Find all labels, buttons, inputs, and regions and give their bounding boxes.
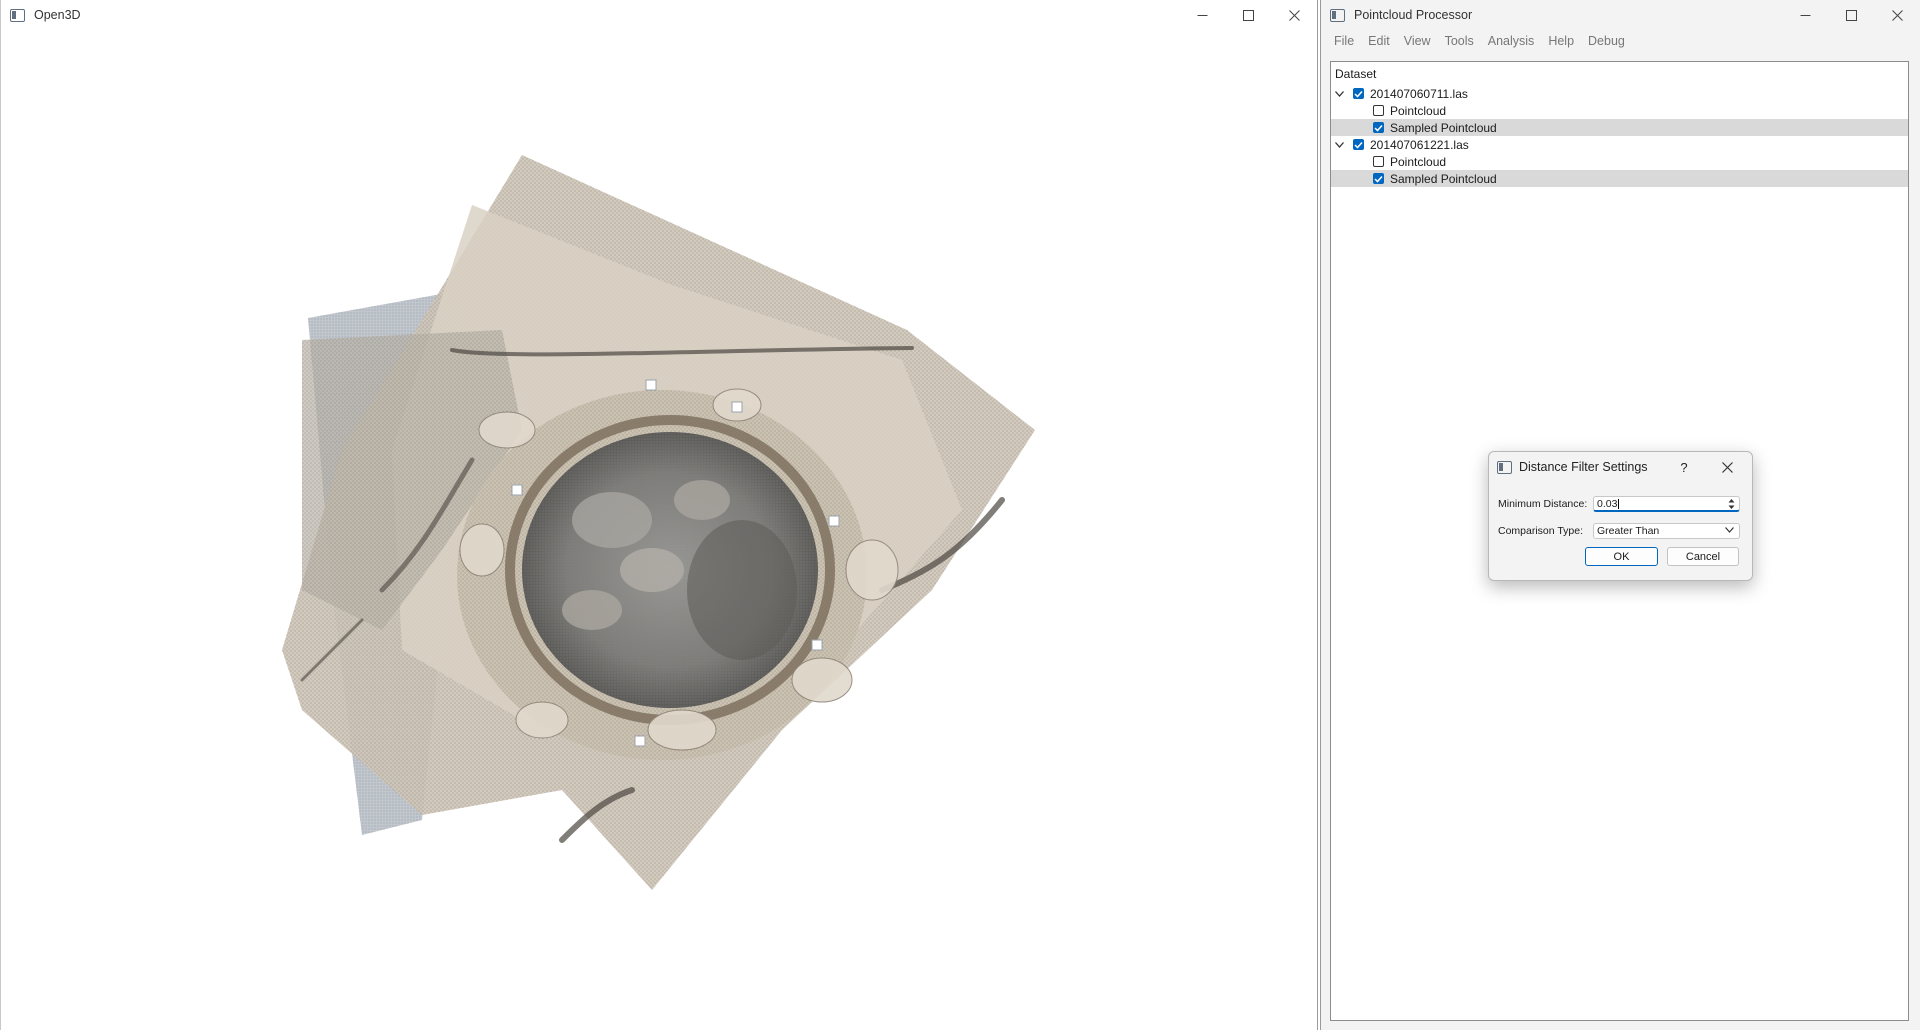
tree-row-child[interactable]: Pointcloud — [1331, 153, 1908, 170]
tree-row-child[interactable]: Sampled Pointcloud — [1331, 119, 1908, 136]
minimize-icon — [1197, 14, 1207, 16]
app-icon — [1330, 8, 1345, 22]
chevron-down-icon — [1725, 527, 1734, 533]
cancel-button[interactable]: Cancel — [1667, 547, 1739, 566]
spin-up-down-icon — [1728, 498, 1735, 509]
menu-tools[interactable]: Tools — [1438, 30, 1481, 52]
maximize-button[interactable] — [1828, 0, 1874, 30]
checkmark-icon — [1354, 90, 1363, 98]
open3d-window: Open3D — [0, 0, 1318, 1030]
checkmark-icon — [1354, 141, 1363, 149]
close-button[interactable] — [1874, 0, 1920, 30]
checkmark-icon — [1374, 175, 1383, 183]
minimize-icon — [1800, 14, 1810, 16]
3d-viewport[interactable] — [2, 30, 1316, 1029]
dialog-title: Distance Filter Settings — [1519, 460, 1648, 474]
tree-checkbox[interactable] — [1373, 122, 1384, 133]
comparison-type-value: Greater Than — [1597, 525, 1660, 537]
tree-checkbox[interactable] — [1373, 105, 1384, 116]
app-icon — [10, 8, 25, 22]
maximize-button[interactable] — [1225, 0, 1271, 30]
menu-analysis[interactable]: Analysis — [1481, 30, 1542, 52]
tree-row-dataset[interactable]: 201407060711.las — [1331, 85, 1908, 102]
checkmark-icon — [1374, 124, 1383, 132]
close-icon — [1721, 461, 1733, 473]
spin-buttons[interactable] — [1726, 497, 1737, 510]
distance-filter-dialog: Distance Filter Settings ? Minimum Dista… — [1488, 451, 1753, 581]
close-icon — [1288, 9, 1300, 21]
min-distance-value: 0.03 — [1597, 498, 1618, 510]
app-icon — [1497, 460, 1512, 474]
tree-checkbox[interactable] — [1353, 88, 1364, 99]
tree-checkbox[interactable] — [1373, 156, 1384, 167]
minimize-button[interactable] — [1179, 0, 1225, 30]
tree-row-label: 201407061221.las — [1370, 137, 1469, 152]
menu-help[interactable]: Help — [1541, 30, 1581, 52]
close-button[interactable] — [1271, 0, 1317, 30]
minimize-button[interactable] — [1782, 0, 1828, 30]
pointcloud-render — [282, 155, 1035, 890]
tree-row-child[interactable]: Pointcloud — [1331, 102, 1908, 119]
comparison-type-label: Comparison Type: — [1498, 525, 1584, 537]
help-button[interactable]: ? — [1672, 452, 1696, 482]
menu-view[interactable]: View — [1397, 30, 1438, 52]
tree-row-label: Sampled Pointcloud — [1390, 120, 1497, 135]
maximize-icon — [1242, 9, 1254, 21]
tree-row-label: Pointcloud — [1390, 154, 1447, 169]
open3d-title: Open3D — [34, 8, 81, 22]
dialog-close-button[interactable] — [1712, 452, 1742, 482]
tree-checkbox[interactable] — [1353, 139, 1364, 150]
tree-checkbox[interactable] — [1373, 173, 1384, 184]
text-caret — [1618, 499, 1620, 509]
menu-debug[interactable]: Debug — [1581, 30, 1632, 52]
menu-file[interactable]: File — [1327, 30, 1361, 52]
tree-row-child[interactable]: Sampled Pointcloud — [1331, 170, 1908, 187]
open3d-titlebar[interactable]: Open3D — [1, 0, 1317, 30]
maximize-icon — [1845, 9, 1857, 21]
menu-edit[interactable]: Edit — [1361, 30, 1397, 52]
tree-header: Dataset — [1335, 67, 1377, 81]
processor-titlebar[interactable]: Pointcloud Processor — [1321, 0, 1920, 30]
ok-button[interactable]: OK — [1585, 547, 1658, 566]
chevron-down-icon[interactable] — [1333, 139, 1345, 151]
tree-row-label: Sampled Pointcloud — [1390, 171, 1497, 186]
close-icon — [1891, 9, 1903, 21]
menu-bar: File Edit View Tools Analysis Help Debug — [1321, 30, 1920, 52]
comparison-type-select[interactable]: Greater Than — [1593, 523, 1740, 539]
min-distance-label: Minimum Distance: — [1498, 498, 1588, 510]
tree-row-dataset[interactable]: 201407061221.las — [1331, 136, 1908, 153]
processor-title: Pointcloud Processor — [1354, 8, 1473, 22]
min-distance-spinbox[interactable]: 0.03 — [1593, 496, 1740, 512]
tree-row-label: Pointcloud — [1390, 103, 1447, 118]
tree-row-label: 201407060711.las — [1370, 86, 1468, 101]
chevron-down-icon[interactable] — [1333, 88, 1345, 100]
